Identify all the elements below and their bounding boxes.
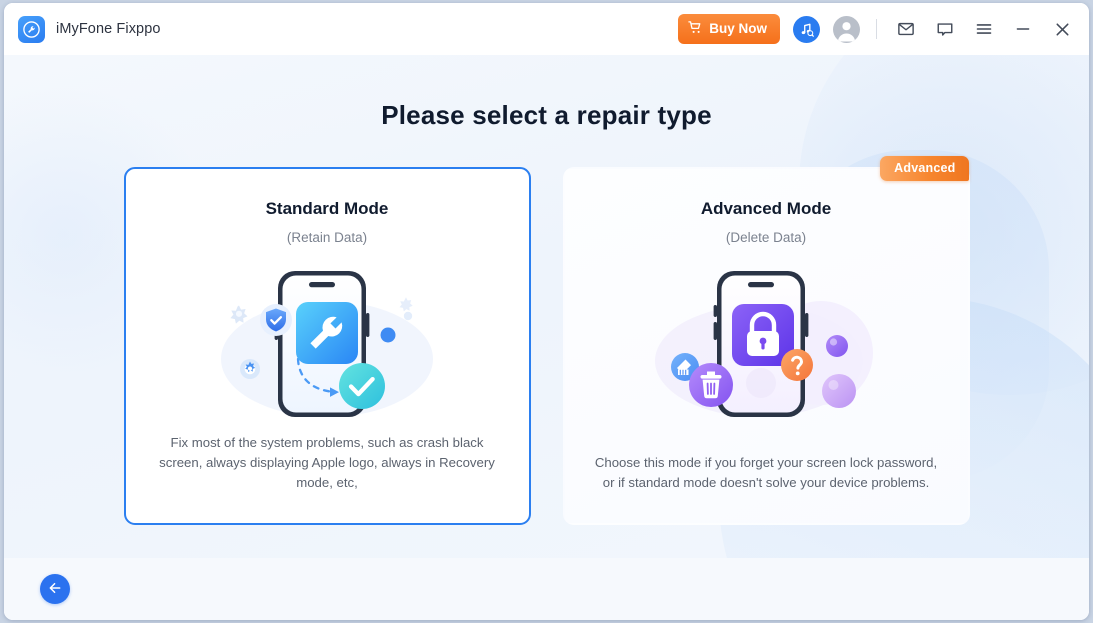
minimize-icon[interactable] [1010, 16, 1036, 42]
page-title: Please select a repair type [381, 100, 712, 130]
chat-bubble-icon[interactable] [932, 16, 958, 42]
card-standard-mode[interactable]: Standard Mode (Retain Data) Fix most of … [123, 167, 531, 525]
phone-wrench-shield-check-illustration [126, 261, 529, 426]
hamburger-menu-icon[interactable] [971, 16, 997, 42]
close-icon[interactable] [1049, 16, 1075, 42]
app-logo-icon [18, 15, 45, 43]
app-title: iMyFone Fixppo [56, 21, 161, 37]
footer-bar [4, 558, 1089, 620]
card-description: Fix most of the system problems, such as… [159, 435, 495, 490]
back-button[interactable] [40, 574, 70, 604]
app-window: iMyFone Fixppo Buy Now Please select a r… [4, 3, 1089, 620]
mail-icon[interactable] [893, 16, 919, 42]
card-description: Choose this mode if you forget your scre… [594, 455, 938, 490]
shopping-cart-icon [688, 20, 703, 38]
phone-lock-trash-question-illustration [565, 261, 968, 426]
buy-now-button[interactable]: Buy Now [678, 14, 780, 44]
main-content: Please select a repair type Standard Mod… [4, 55, 1089, 558]
card-subtitle: (Retain Data) [286, 230, 368, 245]
titlebar-actions: Buy Now [678, 14, 1075, 44]
app-brand: iMyFone Fixppo [18, 15, 161, 43]
card-advanced-mode[interactable]: Advanced Advanced Mode (Delete Data) Cho… [562, 156, 970, 525]
music-search-icon[interactable] [793, 15, 820, 43]
arrow-left-icon [47, 580, 63, 599]
repair-type-cards: Standard Mode (Retain Data) Fix most of … [4, 156, 1089, 525]
buy-now-label: Buy Now [709, 21, 767, 37]
user-avatar-icon[interactable] [833, 15, 860, 43]
titlebar-divider [876, 19, 877, 39]
card-title: Standard Mode [265, 199, 389, 218]
card-subtitle: (Delete Data) [725, 230, 807, 245]
advanced-badge: Advanced [880, 156, 969, 181]
card-title: Advanced Mode [700, 199, 832, 218]
title-bar: iMyFone Fixppo Buy Now [4, 3, 1089, 55]
